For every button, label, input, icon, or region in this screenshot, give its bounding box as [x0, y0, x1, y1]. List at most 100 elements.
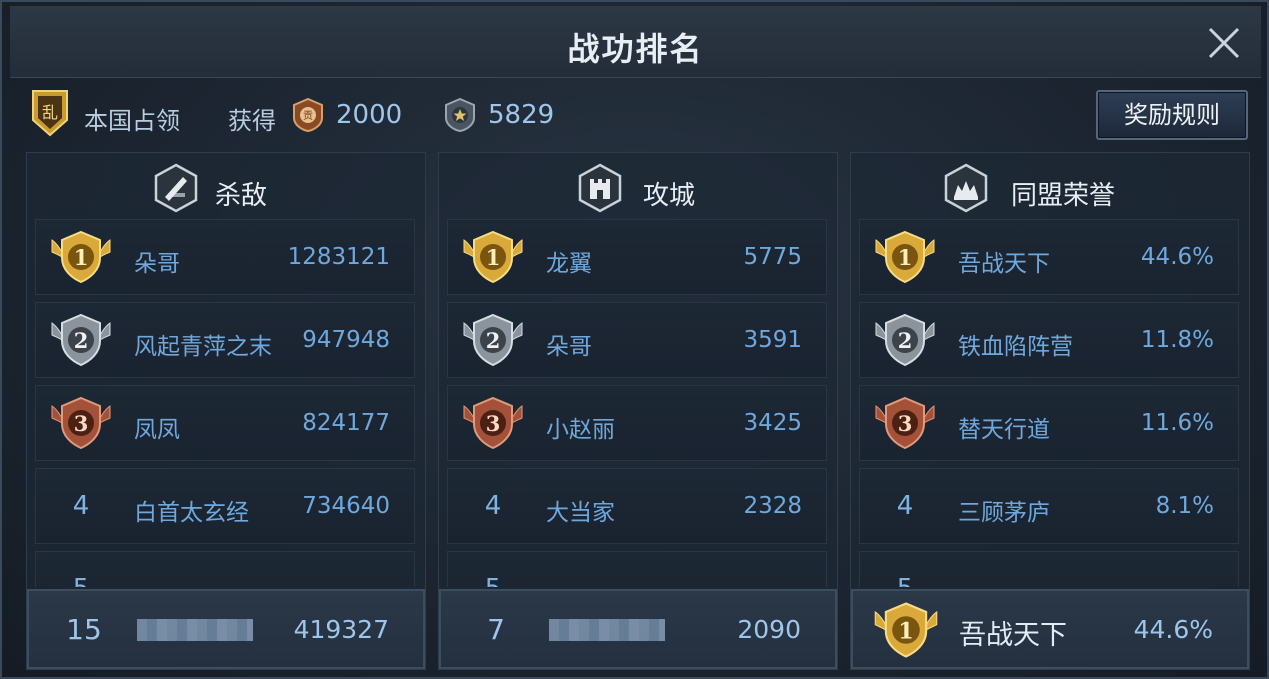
gain-label: 获得: [228, 107, 276, 135]
player-name: 朵哥: [546, 334, 592, 360]
rank-medal-icon: 2: [463, 313, 523, 367]
my-rank-row: 1 吾战天下 44.6%: [851, 589, 1249, 669]
player-name: 铁血陷阵营: [958, 334, 1073, 360]
rank-medal-icon: 3: [51, 396, 111, 450]
occupation-label: 本国占领: [84, 107, 180, 135]
player-name: 吾战天下: [958, 251, 1050, 277]
player-name: 凤凤: [134, 417, 180, 443]
title-bar: 战功排名: [10, 6, 1261, 78]
rank-medal-icon: 1: [463, 230, 523, 284]
info-bar: 乱 本国占领 获得 贡 2000 5829 奖励规则: [30, 88, 1250, 144]
player-name: 小赵丽: [546, 417, 615, 443]
obscured-name: [137, 619, 253, 641]
svg-text:3: 3: [486, 411, 501, 436]
close-button[interactable]: [1205, 24, 1243, 62]
castle-emblem-icon: [578, 163, 622, 213]
player-name: 三顾茅庐: [958, 500, 1050, 526]
svg-text:乱: 乱: [42, 103, 58, 122]
score-value: 824177: [302, 410, 390, 436]
score-value: 1283121: [287, 244, 390, 270]
score-value: 3425: [743, 410, 802, 436]
score-value: 947948: [302, 327, 390, 353]
score-value: 5775: [743, 244, 802, 270]
ranking-row: 2 铁血陷阵营 11.8%: [859, 302, 1239, 378]
score-value: 734640: [302, 493, 390, 519]
panel-title: 同盟荣誉: [1011, 181, 1116, 211]
svg-text:1: 1: [898, 618, 914, 644]
rank-medal-icon: 1: [874, 602, 938, 658]
my-score-value: 44.6%: [1133, 615, 1213, 644]
ranking-panel-1: 杀敌 1 朵哥 1283121 2 风起青萍之末 947948 3 凤凤 824177 4 白首太玄经…: [26, 152, 426, 670]
ranking-row: 3 凤凤 824177: [35, 385, 415, 461]
ranking-list[interactable]: 1 朵哥 1283121 2 风起青萍之末 947948 3 凤凤 824177 4 白首太玄经 73…: [35, 219, 415, 587]
rank-medal-icon: 3: [463, 396, 523, 450]
my-rank-number: 15: [66, 613, 102, 646]
ranking-row: 2 风起青萍之末 947948: [35, 302, 415, 378]
svg-text:1: 1: [486, 245, 501, 270]
merit-medal-icon: 贡: [293, 98, 323, 132]
ranking-list[interactable]: 1 龙翼 5775 2 朵哥 3591 3 小赵丽 3425 4 大当家 2328 5: [447, 219, 827, 587]
svg-text:3: 3: [898, 411, 913, 436]
ranking-row: 4 白首太玄经 734640: [35, 468, 415, 544]
svg-text:3: 3: [74, 411, 89, 436]
rank-medal-icon: 1: [875, 230, 935, 284]
my-score-value: 2090: [737, 615, 801, 644]
reward-rules-button[interactable]: 奖励规则: [1096, 90, 1248, 140]
merit-value: 2000: [336, 100, 403, 130]
my-alliance-name: 吾战天下: [959, 620, 1067, 651]
rank-number: 4: [896, 491, 914, 521]
panel-header: 同盟荣誉: [851, 159, 1249, 215]
my-rank-row: 7 2090: [439, 589, 837, 669]
score-value: 44.6%: [1140, 244, 1214, 270]
player-name: 朵哥: [134, 251, 180, 277]
ranking-row: 5: [447, 551, 827, 587]
ranking-row: 5: [35, 551, 415, 587]
panel-header: 攻城: [439, 159, 837, 215]
score-value: 11.8%: [1140, 327, 1214, 353]
svg-text:2: 2: [486, 328, 501, 353]
window-title: 战功排名: [567, 30, 704, 68]
rank-medal-icon: 3: [875, 396, 935, 450]
ranking-row: 4 大当家 2328: [447, 468, 827, 544]
score-value: 8.1%: [1155, 493, 1214, 519]
sword-emblem-icon: [154, 163, 198, 213]
my-rank-row: 15 419327: [27, 589, 425, 669]
ranking-row: 1 朵哥 1283121: [35, 219, 415, 295]
svg-text:2: 2: [74, 328, 89, 353]
obscured-name: [549, 619, 665, 641]
merit-ranking-window: 战功排名 乱 本国占领 获得 贡 2000 5829 奖励规则 杀敌 1 朵哥 …: [0, 0, 1269, 679]
rank-medal-icon: 2: [875, 313, 935, 367]
ranking-row: 1 龙翼 5775: [447, 219, 827, 295]
player-name: 替天行道: [958, 417, 1050, 443]
player-name: 龙翼: [546, 251, 592, 277]
panel-title: 杀敌: [215, 181, 268, 211]
honor-star-icon: [445, 98, 475, 132]
player-name: 白首太玄经: [134, 500, 249, 526]
ranking-row: 1 吾战天下 44.6%: [859, 219, 1239, 295]
occupation-shield-icon: 乱: [32, 90, 68, 137]
rank-number: 5: [478, 574, 508, 587]
score-value: 3591: [743, 327, 802, 353]
player-name: 大当家: [546, 500, 615, 526]
rank-medal-icon: 1: [51, 230, 111, 284]
svg-text:1: 1: [74, 245, 89, 270]
player-name: 风起青萍之末: [134, 334, 272, 360]
alliance-emblem-icon: [944, 163, 988, 213]
ranking-panel-2: 攻城 1 龙翼 5775 2 朵哥 3591 3 小赵丽 3425 4 大当家 2328 5 7 2090: [438, 152, 838, 670]
ranking-panel-3: 同盟荣誉 1 吾战天下 44.6% 2 铁血陷阵营 11.8% 3 替天行道 11.6% 4 三顾茅庐…: [850, 152, 1250, 670]
my-rank-number: 7: [487, 613, 505, 646]
ranking-row: 4 三顾茅庐 8.1%: [859, 468, 1239, 544]
ranking-list[interactable]: 1 吾战天下 44.6% 2 铁血陷阵营 11.8% 3 替天行道 11.6% 4 三顾茅庐 8.1%…: [859, 219, 1239, 587]
svg-text:1: 1: [898, 245, 913, 270]
score-value: 2328: [743, 493, 802, 519]
panel-title: 攻城: [643, 181, 696, 211]
ranking-row: 3 小赵丽 3425: [447, 385, 827, 461]
ranking-row: 3 替天行道 11.6%: [859, 385, 1239, 461]
panel-header: 杀敌: [27, 159, 425, 215]
my-score-value: 419327: [293, 615, 389, 644]
rank-medal-icon: 2: [51, 313, 111, 367]
score-value: 11.6%: [1140, 410, 1214, 436]
ranking-row: 5: [859, 551, 1239, 587]
svg-text:2: 2: [898, 328, 913, 353]
close-icon: [1208, 27, 1240, 59]
